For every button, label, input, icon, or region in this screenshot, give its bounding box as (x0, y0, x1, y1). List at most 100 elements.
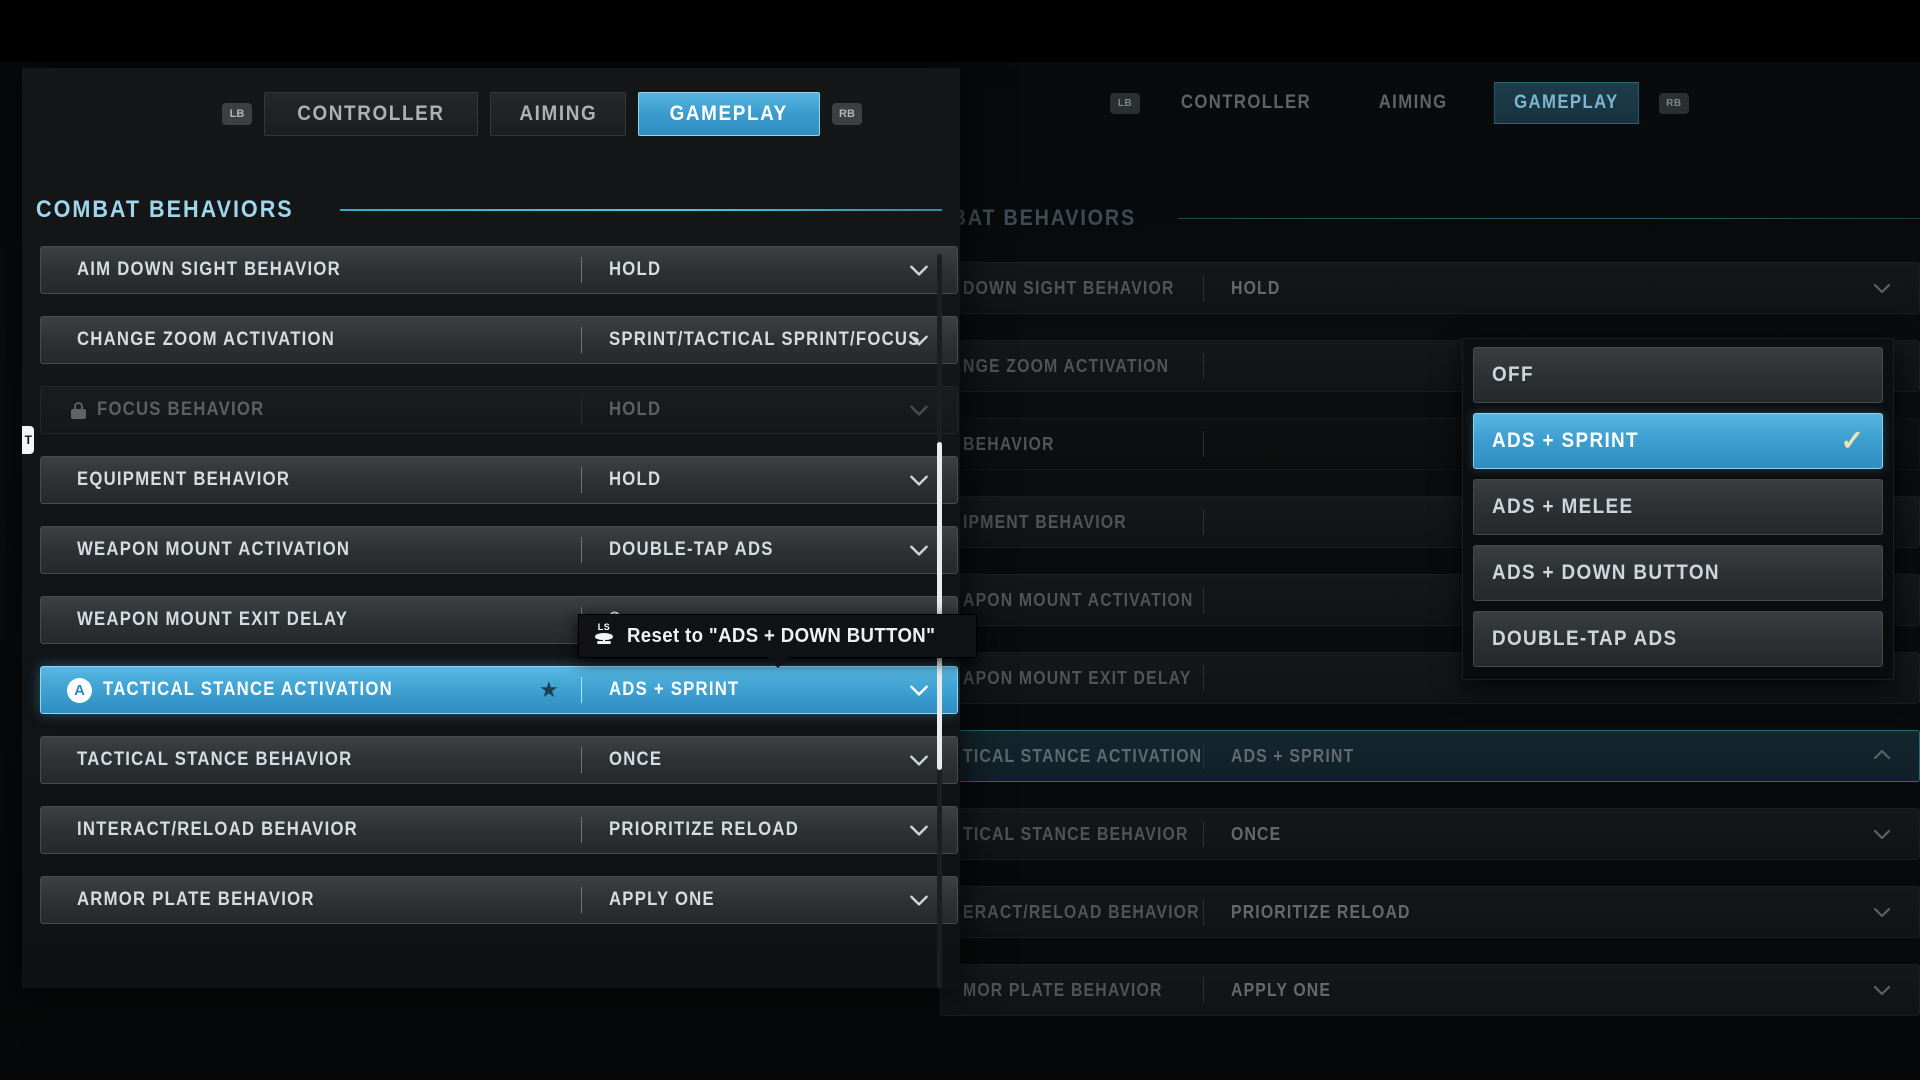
chevron-down-icon[interactable] (907, 888, 931, 912)
setting-row-divider (581, 817, 582, 843)
background-setting-row-divider (1203, 509, 1204, 535)
background-setting-row-divider (1203, 353, 1204, 379)
left-stick-label: LS (597, 622, 611, 632)
setting-row-label: INTERACT/RELOAD BEHAVIOR (77, 819, 358, 840)
setting-row[interactable]: CHANGE ZOOM ACTIVATION SPRINT/TACTICAL SP… (40, 316, 958, 364)
dropdown-option[interactable]: DOUBLE-TAP ADS (1473, 611, 1883, 667)
section-title: COMBAT BEHAVIORS (36, 196, 294, 223)
background-setting-row-label: TICAL STANCE BEHAVIOR (963, 823, 1189, 844)
settings-screen: LB CONTROLLER AIMING GAMEPLAY RB COMBAT … (0, 0, 1920, 1080)
background-setting-row-divider (1203, 587, 1204, 613)
chevron-down-icon[interactable] (907, 328, 931, 352)
dropdown-option[interactable]: ADS + MELEE (1473, 479, 1883, 535)
tooltip-arrow (766, 657, 789, 668)
setting-row-value: HOLD (609, 399, 662, 420)
tab-bar: LB CONTROLLER AIMING GAMEPLAY RB (222, 92, 862, 136)
setting-row-value: APPLY ONE (609, 889, 715, 910)
background-tab-aiming: AIMING (1378, 92, 1448, 113)
setting-row[interactable]: TACTICAL STANCE BEHAVIOR ONCE (40, 736, 958, 784)
background-setting-row-label: ERACT/RELOAD BEHAVIOR (963, 901, 1200, 922)
lb-bumper-badge-background: LB (1110, 92, 1140, 114)
setting-row[interactable]: ARMOR PLATE BEHAVIOR APPLY ONE (40, 876, 958, 924)
setting-row-label: AIM DOWN SIGHT BEHAVIOR (77, 259, 341, 280)
background-chevron-down-icon (1871, 901, 1893, 923)
setting-row[interactable]: EQUIPMENT BEHAVIOR HOLD (40, 456, 958, 504)
tab-aiming-label: AIMING (519, 102, 598, 125)
background-chevron-down-icon (1871, 979, 1893, 1001)
setting-row-label: WEAPON MOUNT EXIT DELAY (77, 609, 349, 630)
setting-row-value: ADS + SPRINT (609, 679, 740, 700)
setting-row-divider (581, 887, 582, 913)
reset-tooltip-text: Reset to "ADS + DOWN BUTTON" (627, 624, 936, 647)
dropdown-option-label: DOUBLE-TAP ADS (1492, 627, 1678, 650)
setting-row-divider (581, 677, 582, 703)
setting-row[interactable]: AIM DOWN SIGHT BEHAVIOR HOLD (40, 246, 958, 294)
dropdown-option-label: ADS + SPRINT (1492, 429, 1639, 452)
tab-controller[interactable]: CONTROLLER (264, 92, 478, 136)
rb-bumper-badge: RB (831, 103, 862, 125)
setting-row-label: CHANGE ZOOM ACTIVATION (77, 329, 336, 350)
setting-row-label: TACTICAL STANCE ACTIVATION (103, 679, 393, 700)
background-setting-row-divider (1203, 275, 1204, 301)
dropdown-option-label: ADS + MELEE (1492, 495, 1634, 518)
background-setting-row-value: ONCE (1231, 823, 1282, 844)
check-icon: ✓ (1840, 425, 1864, 456)
chevron-down-icon[interactable] (907, 818, 931, 842)
background-setting-row-label: IPMENT BEHAVIOR (963, 511, 1127, 532)
lock-icon (71, 401, 86, 419)
background-chevron-down-icon (1871, 823, 1893, 845)
chevron-down-icon[interactable] (907, 398, 931, 422)
setting-row-value: HOLD (609, 259, 662, 280)
background-setting-row-divider (1203, 821, 1204, 847)
background-section-header: COMBAT BEHAVIORS (900, 205, 1920, 231)
setting-row[interactable]: INTERACT/RELOAD BEHAVIOR PRIORITIZE RELOA… (40, 806, 958, 854)
background-setting-row-divider (1203, 899, 1204, 925)
chevron-down-icon[interactable] (907, 258, 931, 282)
setting-row-value: HOLD (609, 469, 662, 490)
setting-row-label: ARMOR PLATE BEHAVIOR (77, 889, 315, 910)
scrollbar-thumb[interactable] (937, 442, 942, 770)
foreground-settings-panel: LB CONTROLLER AIMING GAMEPLAY RB COMBAT … (22, 68, 960, 988)
rb-bumper-badge-background: RB (1658, 92, 1689, 114)
setting-row-divider (581, 537, 582, 563)
setting-row: FOCUS BEHAVIOR HOLD (40, 386, 958, 434)
tab-aiming[interactable]: AIMING (489, 92, 627, 136)
dropdown-option[interactable]: ADS + DOWN BUTTON (1473, 545, 1883, 601)
background-tab-bar: LB CONTROLLER AIMING GAMEPLAY RB (1110, 82, 1689, 124)
dropdown-option[interactable]: ADS + SPRINT ✓ (1473, 413, 1883, 469)
tab-controller-label: CONTROLLER (297, 102, 445, 125)
background-setting-row-divider (1203, 431, 1204, 457)
edge-hint-badge: T (22, 426, 34, 454)
background-setting-row-label: MOR PLATE BEHAVIOR (963, 979, 1163, 1000)
chevron-down-icon[interactable] (907, 468, 931, 492)
setting-row-label: WEAPON MOUNT ACTIVATION (77, 539, 351, 560)
dropdown-option[interactable]: OFF (1473, 347, 1883, 403)
chevron-down-icon[interactable] (907, 678, 931, 702)
background-setting-row: TICAL STANCE BEHAVIOR ONCE (940, 808, 1920, 860)
background-setting-row-label: APON MOUNT ACTIVATION (963, 589, 1194, 610)
setting-row-value: PRIORITIZE RELOAD (609, 819, 800, 840)
favorite-star-icon: ★ (539, 677, 559, 702)
chevron-down-icon[interactable] (907, 748, 931, 772)
background-setting-row: MOR PLATE BEHAVIOR APPLY ONE (940, 964, 1920, 1016)
tactical-stance-activation-dropdown[interactable]: OFF ADS + SPRINT ✓ ADS + MELEE ADS + DOWN BU… (1462, 338, 1894, 680)
background-setting-row: DOWN SIGHT BEHAVIOR HOLD (940, 262, 1920, 314)
background-setting-row-divider (1203, 977, 1204, 1003)
background-setting-row-value: ADS + SPRINT (1231, 745, 1355, 766)
dropdown-option-label: OFF (1492, 363, 1534, 386)
setting-row[interactable]: A TACTICAL STANCE ACTIVATION ★ ADS + SPRINT (40, 666, 958, 714)
setting-row-divider (581, 327, 582, 353)
setting-row-divider (581, 257, 582, 283)
settings-list: AIM DOWN SIGHT BEHAVIOR HOLD CHANGE ZOOM A… (40, 246, 958, 946)
chevron-down-icon[interactable] (907, 538, 931, 562)
reset-tooltip: LS Reset to "ADS + DOWN BUTTON" (578, 614, 978, 668)
tab-gameplay[interactable]: GAMEPLAY (638, 92, 820, 136)
setting-row[interactable]: WEAPON MOUNT ACTIVATION DOUBLE-TAP ADS (40, 526, 958, 574)
setting-row-label: TACTICAL STANCE BEHAVIOR (77, 749, 353, 770)
a-button-icon: A (67, 677, 92, 703)
background-setting-row-value: APPLY ONE (1231, 979, 1332, 1000)
letterbox-top-bar (0, 0, 1920, 62)
left-stick-icon: LS (591, 622, 617, 649)
setting-row-value: DOUBLE-TAP ADS (609, 539, 774, 560)
setting-row-label: FOCUS BEHAVIOR (97, 399, 265, 420)
